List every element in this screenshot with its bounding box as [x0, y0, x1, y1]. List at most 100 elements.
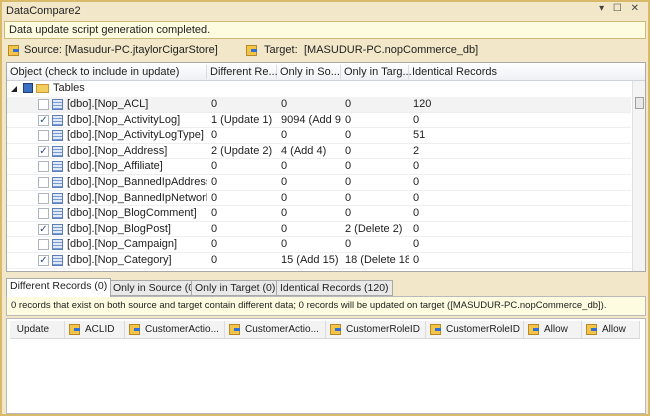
table-row[interactable]: [dbo].[Nop_ActivityLogType] 0 0 0 51	[7, 128, 631, 144]
group-checkbox[interactable]	[23, 83, 33, 93]
table-row[interactable]: ✓ [dbo].[Nop_Address] 2 (Update 2) 4 (Ad…	[7, 144, 631, 160]
only-in-source: 0	[281, 207, 288, 220]
include-checkbox[interactable]	[38, 208, 49, 220]
objects-grid[interactable]: Object (check to include in update) Diff…	[6, 62, 646, 272]
identical-records: 51	[413, 129, 426, 142]
different-records: 0	[211, 269, 277, 271]
different-records: 0	[211, 238, 218, 251]
table-row[interactable]: [dbo].[Nop_Category_Discount_M 0 0 0 0	[7, 269, 631, 271]
object-name: [dbo].[Nop_BannedIpAddress]	[67, 176, 207, 188]
include-checkbox[interactable]	[38, 130, 49, 142]
detail-column-header[interactable]: Allow	[524, 321, 582, 338]
table-row[interactable]: [dbo].[Nop_Affiliate] 0 0 0 0	[7, 159, 631, 175]
object-name: [dbo].[Nop_Campaign]	[67, 238, 178, 251]
tab-only-in-source[interactable]: Only in Source (0)	[109, 280, 202, 296]
detail-column-header[interactable]: CustomerRoleID	[426, 321, 524, 338]
source-icon	[8, 44, 19, 56]
different-records: 0	[211, 254, 218, 266]
table-row[interactable]: [dbo].[Nop_BlogComment] 0 0 0 0	[7, 206, 631, 222]
include-checkbox[interactable]	[38, 270, 49, 271]
table-icon	[52, 192, 63, 204]
table-row[interactable]: ✓ [dbo].[Nop_BlogPost] 0 0 2 (Delete 2) …	[7, 222, 631, 238]
include-checkbox[interactable]: ✓	[38, 255, 49, 266]
table-icon	[52, 130, 63, 142]
detail-column-header[interactable]: CustomerActio...	[225, 321, 326, 338]
object-name: [dbo].[Nop_Category]	[67, 254, 172, 266]
tab-different-records[interactable]: Different Records (0)	[6, 278, 112, 297]
column-label: CustomerRoleID	[446, 324, 520, 335]
include-checkbox[interactable]	[38, 161, 49, 173]
target-icon	[246, 44, 257, 56]
different-records: 0	[211, 207, 218, 220]
include-checkbox[interactable]: ✓	[38, 223, 49, 235]
different-records: 1 (Update 1)	[211, 113, 273, 126]
target-label: Target:	[264, 44, 298, 56]
identical-records: 0	[413, 207, 420, 220]
only-in-target: 0	[345, 144, 352, 157]
source-target-row: Source: [Masudur-PC.jtaylorCigarStore] T…	[6, 42, 646, 58]
include-checkbox[interactable]	[38, 192, 49, 204]
object-name: [dbo].[Nop_ActivityLog]	[67, 113, 181, 126]
records-grid-header: Update ACLID CustomerActio... CustomerActio…	[10, 321, 640, 339]
scroll-thumb[interactable]	[635, 97, 644, 109]
window-controls[interactable]: ▾ ☐ ✕	[599, 3, 642, 14]
target-icon	[586, 323, 597, 335]
identical-records: 0	[413, 176, 420, 188]
include-checkbox[interactable]	[38, 239, 49, 251]
object-name: [dbo].[Nop_ActivityLogType]	[67, 129, 204, 142]
table-row[interactable]: [dbo].[Nop_BannedIpNetwork] 0 0 0 0	[7, 191, 631, 207]
window-title: DataCompare2	[6, 5, 81, 17]
group-tables[interactable]: ◢ Tables	[7, 81, 631, 97]
tab-only-in-target[interactable]: Only in Target (0)	[191, 280, 280, 296]
table-row[interactable]: ✓ [dbo].[Nop_Category] 0 15 (Add 15) 18 …	[7, 253, 631, 269]
column-label: CustomerActio...	[245, 324, 319, 335]
column-label: Update	[16, 324, 50, 335]
detail-column-header[interactable]: CustomerActio...	[125, 321, 225, 338]
table-row[interactable]: [dbo].[Nop_BannedIpAddress] 0 0 0 0	[7, 175, 631, 191]
include-checkbox[interactable]: ✓	[38, 114, 49, 126]
detail-column-header[interactable]: Allow	[582, 321, 640, 338]
only-in-source: 0	[281, 98, 288, 110]
table-row[interactable]: ✓ [dbo].[Nop_ActivityLog] 1 (Update 1) 9…	[7, 113, 631, 129]
records-grid[interactable]: Update ACLID CustomerActio... CustomerActio…	[6, 318, 646, 414]
group-label: Tables	[53, 82, 85, 94]
include-checkbox[interactable]: ✓	[38, 145, 49, 157]
col-only-target[interactable]: Only in Targ...	[341, 65, 412, 79]
source-icon	[69, 323, 80, 335]
vertical-scrollbar[interactable]	[632, 81, 645, 271]
table-icon	[52, 223, 63, 235]
detail-column-header[interactable]: ACLID	[65, 321, 125, 338]
identical-records: 0	[413, 160, 420, 173]
only-in-target: 0	[345, 98, 352, 110]
detail-column-header[interactable]: Update	[10, 321, 65, 338]
expand-icon[interactable]: ◢	[11, 81, 17, 96]
table-row[interactable]: [dbo].[Nop_ACL] 0 0 0 120	[7, 97, 631, 113]
identical-records: 0	[413, 269, 493, 271]
object-name: [dbo].[Nop_BlogPost]	[67, 222, 171, 235]
table-icon	[52, 99, 63, 110]
col-object[interactable]: Object (check to include in update)	[7, 65, 207, 79]
col-identical[interactable]: Identical Records	[409, 65, 499, 79]
object-name: [dbo].[Nop_Category_Discount_M	[67, 269, 207, 271]
target-icon	[430, 323, 441, 335]
identical-records: 0	[413, 113, 420, 126]
target-icon	[229, 323, 240, 335]
only-in-target: 0	[345, 238, 352, 251]
table-row[interactable]: [dbo].[Nop_Campaign] 0 0 0 0	[7, 237, 631, 253]
different-records: 0	[211, 129, 218, 142]
source-icon	[330, 323, 341, 335]
col-only-source[interactable]: Only in So...	[277, 65, 341, 79]
only-in-target: 2 (Delete 2)	[345, 222, 403, 235]
source-label: Source:	[24, 44, 62, 56]
grid-header: Object (check to include in update) Diff…	[7, 63, 645, 81]
col-different[interactable]: Different Re...	[207, 65, 278, 79]
column-label: CustomerActio...	[145, 324, 219, 335]
tab-identical-records[interactable]: Identical Records (120)	[276, 280, 393, 296]
detail-column-header[interactable]: CustomerRoleID	[326, 321, 426, 338]
only-in-target: 0	[345, 191, 352, 204]
source-icon	[129, 323, 140, 335]
datacompare-window: DataCompare2 ▾ ☐ ✕ Data update script ge…	[0, 0, 650, 416]
include-checkbox[interactable]	[38, 177, 49, 188]
include-checkbox[interactable]	[38, 99, 49, 110]
object-name: [dbo].[Nop_BannedIpNetwork]	[67, 191, 207, 204]
